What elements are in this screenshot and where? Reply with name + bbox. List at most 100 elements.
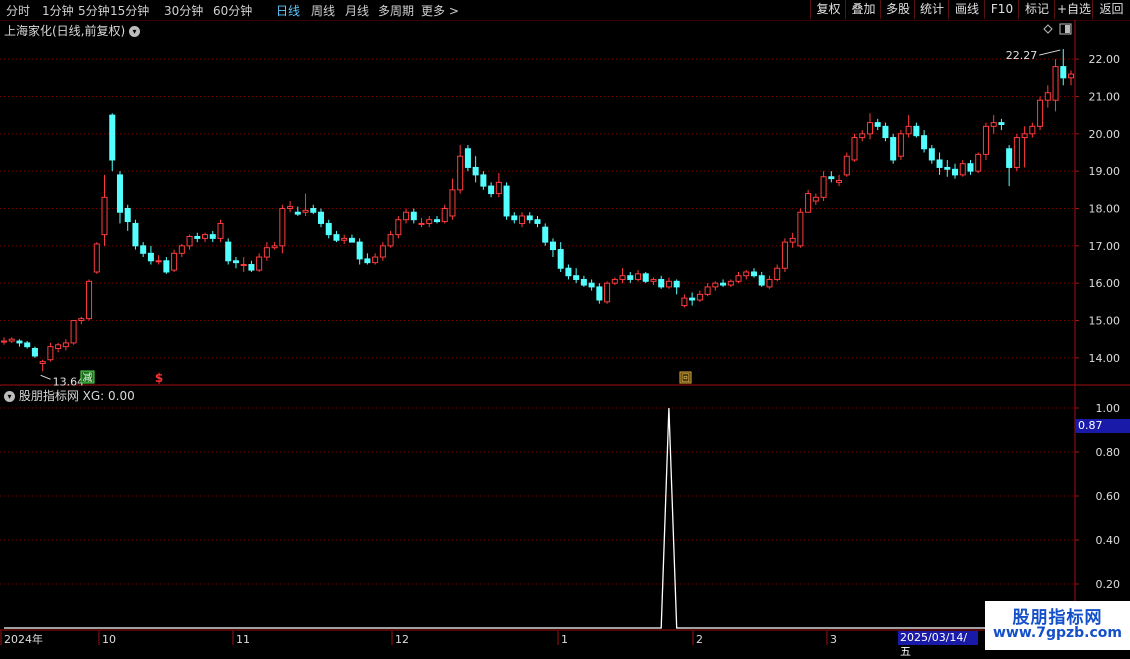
main-y-tick-label: 21.00 (1089, 90, 1121, 103)
candle (905, 115, 912, 138)
candle-body-up (379, 245, 386, 258)
candle-body-up (426, 219, 433, 224)
candle-body-up (70, 320, 77, 344)
candle-body-up (457, 155, 464, 191)
candle-body-up (101, 196, 108, 236)
candle-body-down (511, 215, 518, 221)
x-axis-label: 2 (696, 633, 703, 646)
candle (16, 339, 23, 347)
candle (1067, 70, 1075, 86)
candle-body-down (325, 222, 332, 236)
candle (279, 204, 286, 254)
candle (232, 257, 239, 269)
high-price-label: 22.27 (1006, 49, 1038, 62)
sub-y-tick-label: 0.80 (1096, 446, 1121, 459)
candle-body-down (526, 215, 533, 221)
candle (317, 208, 325, 228)
candle (101, 174, 108, 246)
candle-body-down (913, 125, 920, 137)
candle (410, 208, 417, 224)
candle-body-down (580, 278, 587, 286)
candle (828, 171, 835, 183)
candle-body-down (132, 222, 139, 247)
candle-body-up (287, 206, 294, 210)
low-arrow (40, 374, 51, 380)
candle-body-down (673, 280, 680, 288)
window-icon-fill (1065, 25, 1070, 33)
diamond-icon (1043, 24, 1053, 34)
active-date-label: 2025/03/14/五 (898, 631, 978, 658)
candle-body-down (750, 271, 758, 277)
main-y-tick-label: 15.00 (1089, 315, 1121, 328)
candle-body-down (627, 275, 634, 280)
candle-body-up (789, 237, 796, 243)
candle-body-down (890, 137, 897, 161)
candle-body-up (843, 155, 850, 176)
candle-body-down (480, 174, 487, 187)
sub-y-tick-label: 0.60 (1096, 490, 1121, 503)
candle (859, 130, 866, 142)
candle-body-down (936, 159, 943, 168)
candle (132, 219, 139, 250)
candle-body-down (882, 125, 889, 139)
candle (681, 294, 688, 308)
candle-body-up (781, 241, 788, 269)
candle (727, 279, 734, 287)
candle (379, 242, 386, 261)
candle-body-down (209, 234, 216, 239)
candle-body-up (86, 280, 93, 320)
candle (936, 152, 943, 175)
candle-body-up (1037, 99, 1044, 127)
candle-body-down (998, 122, 1005, 125)
candle-body-up (55, 344, 62, 350)
candle-body-up (395, 219, 402, 236)
candle-body-down (944, 166, 951, 170)
candle-body-up (155, 260, 162, 263)
candle (696, 290, 703, 302)
candle (921, 130, 928, 153)
candle-body-up (8, 338, 15, 342)
candle (1029, 122, 1036, 138)
candle (333, 230, 340, 243)
candle (781, 238, 788, 272)
candle (549, 238, 556, 258)
candle-body-down (310, 208, 317, 213)
candle-body-up (897, 133, 904, 157)
candle (0, 337, 8, 345)
candle (387, 230, 394, 248)
kline-chart[interactable]: 22.0021.0020.0019.0018.0017.0016.0015.00… (0, 0, 1130, 650)
signal-reduce: 减 (80, 370, 95, 384)
candle (178, 243, 185, 258)
candle (573, 268, 580, 284)
candle-body-down (364, 258, 371, 264)
candle-body-down (658, 278, 665, 288)
candle (836, 174, 843, 187)
candle-body-down (464, 148, 471, 168)
main-y-tick-label: 19.00 (1089, 165, 1121, 178)
candle-body-up (727, 280, 734, 286)
candle-body-up (1021, 133, 1028, 139)
candle-body-down (967, 163, 974, 172)
crosshair-value-tag: 0.87 (1075, 419, 1130, 433)
watermark-url: www.7gpzb.com (992, 625, 1122, 641)
candle-body-up (1067, 73, 1075, 79)
candle (789, 232, 796, 248)
candle (565, 264, 572, 280)
candle-body-up (797, 211, 804, 247)
candle (812, 193, 819, 205)
candle-body-down (109, 114, 116, 161)
candle (302, 193, 309, 216)
candle (395, 215, 402, 239)
candle (1013, 133, 1020, 172)
candle-body-up (62, 342, 69, 348)
candle (542, 223, 549, 246)
candle-body-down (124, 208, 131, 223)
candle (975, 152, 982, 174)
candle (665, 277, 672, 289)
candle-body-up (805, 193, 812, 213)
candle (766, 275, 773, 289)
candle-body-up (774, 267, 781, 280)
candle-body-up (271, 245, 278, 249)
candle-body-down (689, 297, 696, 301)
candle-body-down (557, 249, 564, 269)
